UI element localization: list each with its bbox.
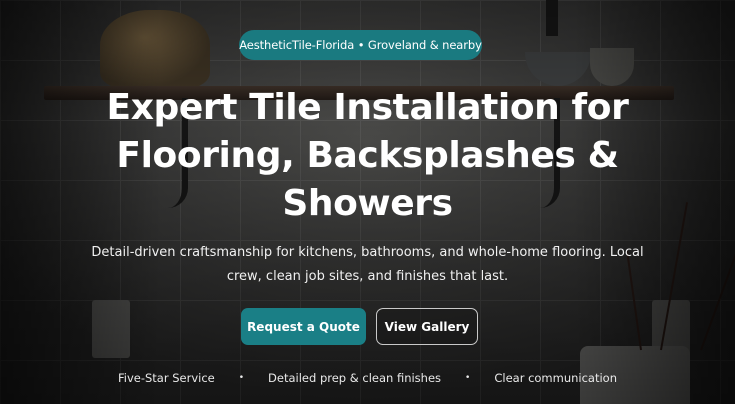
hero-headline: Expert Tile Installation for Flooring, B… [106,87,629,224]
view-gallery-button[interactable]: View Gallery [376,308,478,345]
feature-list: Five-Star Service • Detailed prep & clea… [0,371,735,385]
location-badge: AestheticTile-Florida • Groveland & near… [239,30,482,60]
request-quote-button[interactable]: Request a Quote [241,308,366,345]
feature-item: Detailed prep & clean finishes [268,371,442,385]
bullet-separator: • [238,373,245,383]
feature-item: Clear communication [494,371,618,385]
bullet-separator: • [465,373,471,383]
feature-item: Five-Star Service [117,371,215,385]
hero-subtext: Detail-driven craftsmanship for kitchens… [91,245,644,284]
